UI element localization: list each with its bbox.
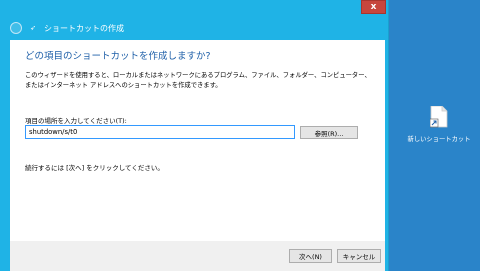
location-input[interactable]: shutdown/s/t0	[25, 125, 295, 139]
create-shortcut-wizard: x ➶ ショートカットの作成 どの項目のショートカットを作成しますか? このウィ…	[0, 0, 388, 271]
browse-button[interactable]: 参照(R)...	[300, 126, 358, 139]
cancel-button[interactable]: キャンセル	[337, 249, 381, 263]
location-label: 項目の場所を入力してください(T):	[25, 117, 127, 125]
desktop-shortcut-label: 新しいショートカット	[407, 136, 471, 143]
continue-hint: 続行するには [次へ] をクリックしてください。	[25, 164, 164, 172]
shortcut-file-icon	[430, 106, 448, 128]
back-button[interactable]	[10, 22, 22, 34]
wizard-title: ショートカットの作成	[44, 24, 124, 33]
wizard-footer: 次へ(N) キャンセル	[10, 241, 385, 271]
wizard-nav: ➶ ショートカットの作成	[0, 18, 388, 40]
desktop-shortcut[interactable]: 新しいショートカット	[406, 106, 472, 148]
wizard-content: どの項目のショートカットを作成しますか? このウィザードを使用すると、ローカルま…	[10, 40, 385, 241]
wizard-description: このウィザードを使用すると、ローカルまたはネットワークにあるプログラム、ファイル…	[25, 72, 371, 89]
shortcut-wizard-icon: ➶	[30, 24, 36, 32]
page-heading: どの項目のショートカットを作成しますか?	[25, 51, 211, 62]
close-button[interactable]: x	[361, 0, 386, 14]
next-button[interactable]: 次へ(N)	[289, 249, 332, 263]
title-bar[interactable]: x	[0, 0, 388, 16]
